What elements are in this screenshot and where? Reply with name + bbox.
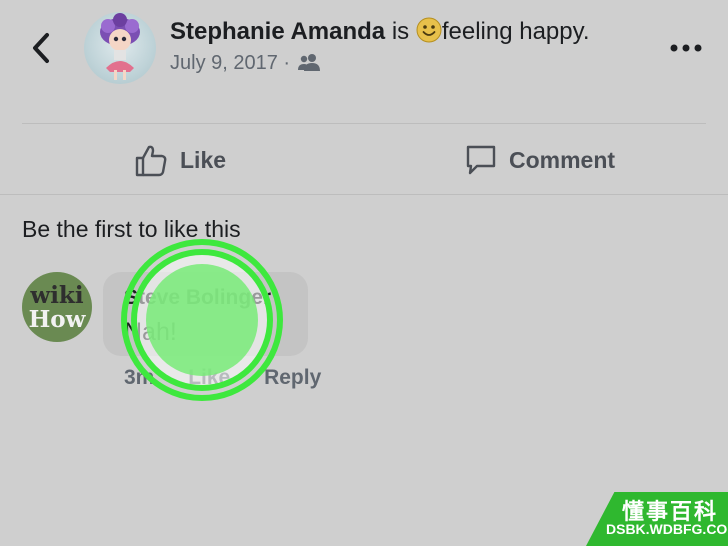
feeling-text: feeling happy.: [441, 18, 590, 45]
actions-divider: [0, 194, 728, 195]
post-detail-screen: Stephanie Amanda is feeling happy. July …: [0, 0, 728, 546]
comment-reply-button[interactable]: Reply: [264, 366, 321, 389]
meta-separator: ·: [283, 52, 291, 74]
more-horizontal-icon: [670, 44, 702, 52]
post-date[interactable]: July 9, 2017: [170, 52, 278, 74]
commenter-name[interactable]: Steve Bolinger: [124, 286, 271, 310]
post-meta: July 9, 2017 ·: [170, 52, 320, 75]
avatar-logo-line1: wiki: [30, 282, 84, 309]
reactions-summary: Be the first to like this: [22, 216, 241, 242]
back-button[interactable]: [28, 30, 52, 66]
comment-button[interactable]: Comment: [465, 140, 615, 180]
status-prefix: is: [391, 18, 410, 45]
thumbs-up-icon: [135, 145, 167, 177]
like-label: Like: [180, 146, 227, 173]
chevron-left-icon: [33, 33, 49, 63]
comment-text: Nah!: [124, 318, 177, 346]
comment-like-button[interactable]: Like: [188, 366, 230, 389]
header-divider: [22, 123, 706, 124]
comment-meta: 3m Like Reply: [124, 366, 349, 390]
speech-bubble-icon: [466, 145, 496, 175]
more-options-button[interactable]: [670, 38, 702, 58]
friends-icon: [297, 53, 320, 71]
commenter-avatar[interactable]: wiki How: [22, 272, 92, 342]
post-header-line: Stephanie Amanda is feeling happy.: [170, 17, 590, 46]
comment-time: 3m: [124, 366, 155, 389]
author-name[interactable]: Stephanie Amanda: [170, 18, 385, 45]
like-button[interactable]: Like: [134, 140, 226, 180]
watermark-url: DSBK.WDBFG.COM: [606, 521, 728, 537]
avatar-logo-line2: How: [28, 306, 86, 333]
author-avatar[interactable]: [84, 12, 156, 84]
comment-label: Comment: [509, 146, 616, 173]
smile-emoji-icon: [416, 17, 442, 43]
